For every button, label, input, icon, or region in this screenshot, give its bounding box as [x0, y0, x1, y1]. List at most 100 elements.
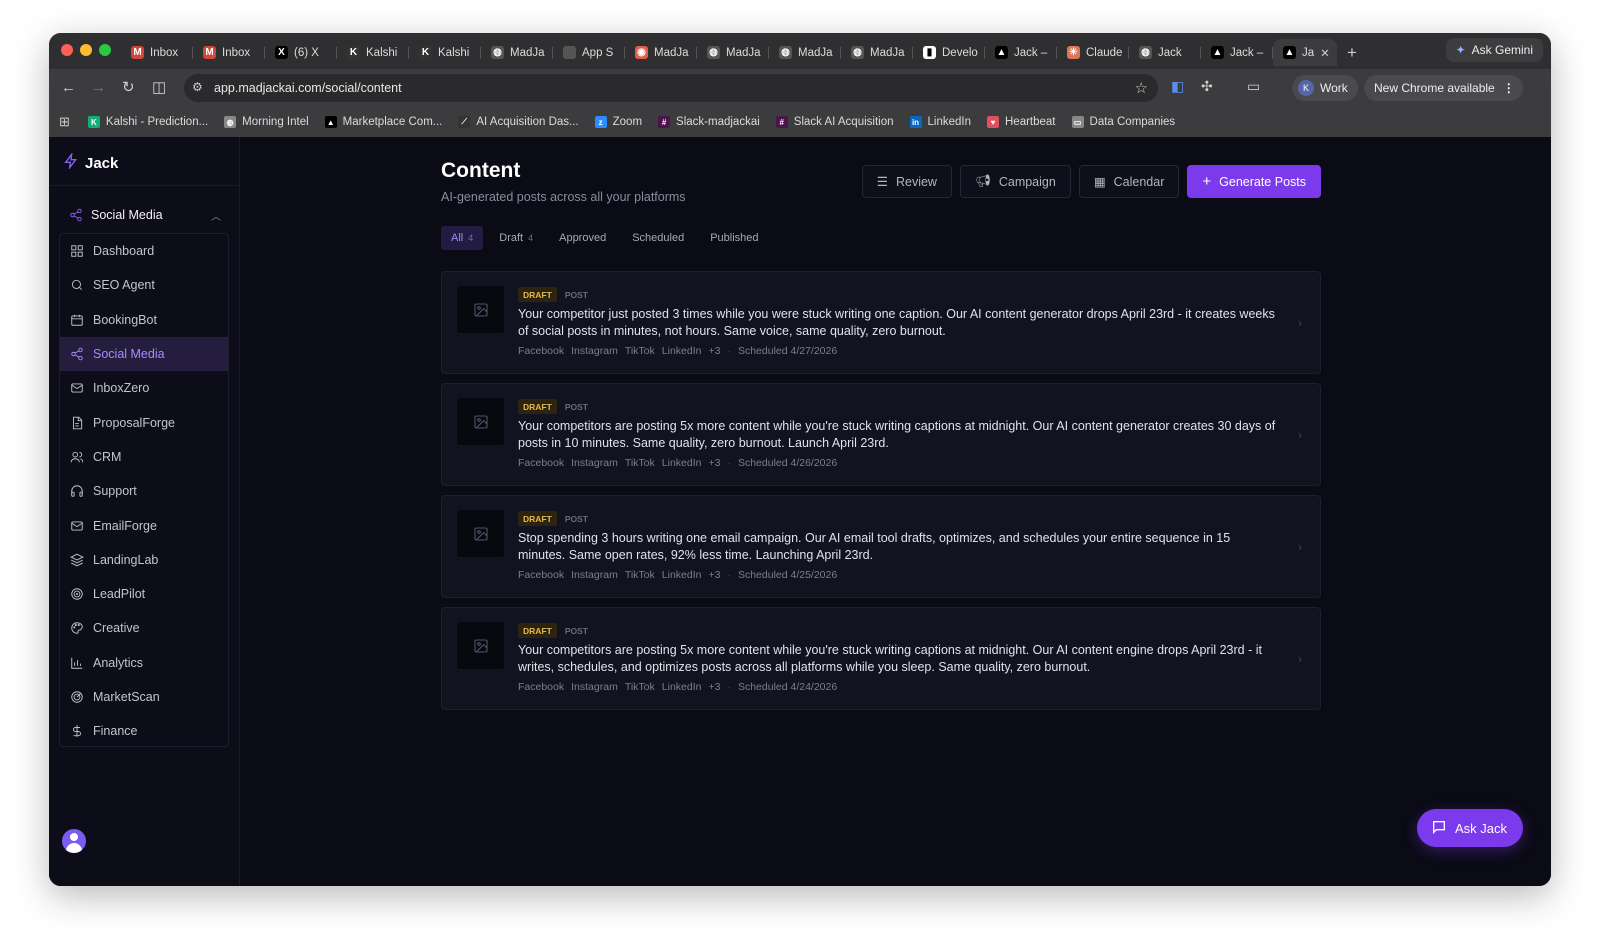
bookmark-item[interactable]: ▭ Data Companies [1071, 116, 1175, 128]
sidebar-item-crm[interactable]: CRM [60, 440, 228, 474]
browser-tab[interactable]: ◍ MadJa [481, 39, 553, 66]
kebab-menu-icon[interactable]: ⋮ [1503, 81, 1515, 95]
calendar-button[interactable]: ▦ Calendar [1078, 165, 1180, 198]
sidebar-item-leadpilot[interactable]: LeadPilot [60, 577, 228, 611]
sidebar-item-support[interactable]: Support [60, 474, 228, 508]
developer-icon: ▮ [923, 46, 936, 59]
post-card[interactable]: DRAFT POST Your competitor just posted 3… [441, 271, 1321, 374]
split-view-icon[interactable]: ◫ [152, 79, 166, 97]
filter-label: Approved [559, 232, 607, 244]
browser-tab[interactable]: ▲ Jack – [985, 39, 1057, 66]
users-icon [70, 450, 84, 464]
vercel-icon: ▲ [1211, 46, 1224, 59]
ask-gemini-button[interactable]: ✦ Ask Gemini [1445, 38, 1543, 62]
close-window-button[interactable] [61, 44, 73, 56]
filter-tab-published[interactable]: Published [700, 226, 768, 250]
browser-tab[interactable]: ▲ Ja ✕ [1273, 39, 1337, 66]
bookmark-item[interactable]: # Slack-madjackai [658, 116, 760, 128]
chevron-right-icon[interactable]: › [1298, 316, 1302, 330]
post-tags: DRAFT POST [518, 511, 588, 526]
browser-tab[interactable]: K Kalshi [409, 39, 481, 66]
post-text: Stop spending 3 hours writing one email … [518, 531, 1231, 562]
sidebar-item-creative[interactable]: Creative [60, 611, 228, 645]
profile-label: Work [1320, 81, 1348, 95]
sidebar-item-analytics[interactable]: Analytics [60, 646, 228, 680]
campaign-button[interactable]: 📢︎ Campaign [959, 165, 1071, 198]
sidebar-item-inboxzero[interactable]: InboxZero [60, 371, 228, 405]
bookmark-item[interactable]: # Slack AI Acquisition [775, 116, 894, 128]
browser-tab[interactable]: ◍ MadJa [697, 39, 769, 66]
sidebar-item-emailforge[interactable]: EmailForge [60, 508, 228, 542]
browser-tab[interactable]: ◍ MadJa [841, 39, 913, 66]
browser-tab[interactable]: ✳ Claude [1057, 39, 1129, 66]
sidebar-item-marketscan[interactable]: MarketScan [60, 680, 228, 714]
mail-icon [70, 381, 84, 395]
slack-icon: # [658, 116, 671, 128]
browser-tab[interactable]: ◍ Jack [1129, 39, 1201, 66]
bookmark-item[interactable]: in LinkedIn [909, 116, 971, 128]
filter-tab-approved[interactable]: Approved [549, 226, 616, 250]
browser-tab[interactable]: App S [553, 39, 625, 66]
bookmark-item[interactable]: z Zoom [594, 116, 642, 128]
bookmark-item[interactable]: ♥ Heartbeat [987, 116, 1056, 128]
back-icon[interactable]: ← [61, 79, 76, 97]
sidebar-item-social-media[interactable]: Social Media [60, 336, 228, 372]
sidebar-item-seo-agent[interactable]: SEO Agent [60, 268, 228, 302]
filter-tab-all[interactable]: All 4 [441, 226, 484, 250]
extensions-icon[interactable]: ✣ [1201, 78, 1213, 95]
more-platforms: +3 [708, 457, 721, 469]
apps-grid-icon[interactable]: ⊞ [59, 114, 70, 130]
reload-icon[interactable]: ↻ [122, 79, 135, 97]
close-tab-icon[interactable]: ✕ [1320, 46, 1330, 60]
browser-tab[interactable]: M Inbox [193, 39, 265, 66]
zoom-window-button[interactable] [99, 44, 111, 56]
browser-tab[interactable]: X (6) X [265, 39, 337, 66]
chevron-right-icon[interactable]: › [1298, 652, 1302, 666]
section-social-media[interactable]: Social Media ︿ [59, 201, 229, 229]
chevron-up-icon[interactable]: ︿ [211, 208, 221, 223]
chevron-right-icon[interactable]: › [1298, 540, 1302, 554]
forward-icon[interactable]: → [91, 79, 106, 97]
review-button[interactable]: ☰ Review [861, 165, 952, 198]
new-tab-button[interactable]: + [1347, 43, 1357, 63]
header-actions: ☰ Review 📢︎ Campaign ▦ Calendar + Genera… [861, 165, 1321, 198]
tab-label: MadJa [798, 46, 833, 59]
filter-tab-scheduled[interactable]: Scheduled [622, 226, 694, 250]
sidebar-item-bookingbot[interactable]: BookingBot [60, 303, 228, 337]
sidebar-item-landinglab[interactable]: LandingLab [60, 543, 228, 577]
minimize-window-button[interactable] [80, 44, 92, 56]
bookmark-item[interactable]: K Kalshi - Prediction... [87, 116, 208, 128]
browser-tab[interactable]: ▲ Jack – [1201, 39, 1273, 66]
sidebar-item-finance[interactable]: Finance [60, 714, 228, 748]
site-settings-icon[interactable]: ⚙ [192, 80, 203, 94]
browser-tab[interactable]: ◉ MadJa [625, 39, 697, 66]
post-card[interactable]: DRAFT POST Stop spending 3 hours writing… [441, 495, 1321, 598]
bitwarden-icon[interactable]: ◧ [1171, 78, 1184, 95]
sidebar-item-dashboard[interactable]: Dashboard [60, 234, 228, 268]
chevron-right-icon[interactable]: › [1298, 428, 1302, 442]
browser-tab[interactable]: K Kalshi [337, 39, 409, 66]
post-card[interactable]: DRAFT POST Your competitors are posting … [441, 607, 1321, 710]
globe-icon: ◍ [1139, 46, 1152, 59]
filter-tab-draft[interactable]: Draft 4 [489, 226, 543, 250]
sidebar-item-proposalforge[interactable]: ProposalForge [60, 405, 228, 439]
tab-label: MadJa [726, 46, 761, 59]
browser-tab[interactable]: M Inbox [121, 39, 193, 66]
chrome-update-button[interactable]: New Chrome available ⋮ [1364, 75, 1523, 101]
ask-jack-button[interactable]: Ask Jack [1416, 809, 1523, 847]
tab-label: Inbox [150, 46, 179, 59]
browser-tab[interactable]: ▮ Develo [913, 39, 985, 66]
bookmark-item[interactable]: ▲ Marketplace Com... [324, 116, 442, 128]
bookmark-item[interactable]: ◍ Morning Intel [224, 116, 309, 128]
brand[interactable]: Jack [63, 151, 118, 173]
tab-label: (6) X [294, 46, 319, 59]
address-bar[interactable]: ⚙ app.madjackai.com/social/content ☆ [184, 74, 1158, 102]
generate-posts-button[interactable]: + Generate Posts [1187, 165, 1321, 198]
user-avatar[interactable] [62, 829, 86, 853]
bookmark-star-icon[interactable]: ☆ [1135, 79, 1148, 97]
post-card[interactable]: DRAFT POST Your competitors are posting … [441, 383, 1321, 486]
media-icon[interactable]: ▭ [1247, 78, 1260, 95]
profile-button[interactable]: K Work [1292, 75, 1358, 101]
browser-tab[interactable]: ◍ MadJa [769, 39, 841, 66]
bookmark-item[interactable]: ⟋ AI Acquisition Das... [458, 116, 579, 128]
